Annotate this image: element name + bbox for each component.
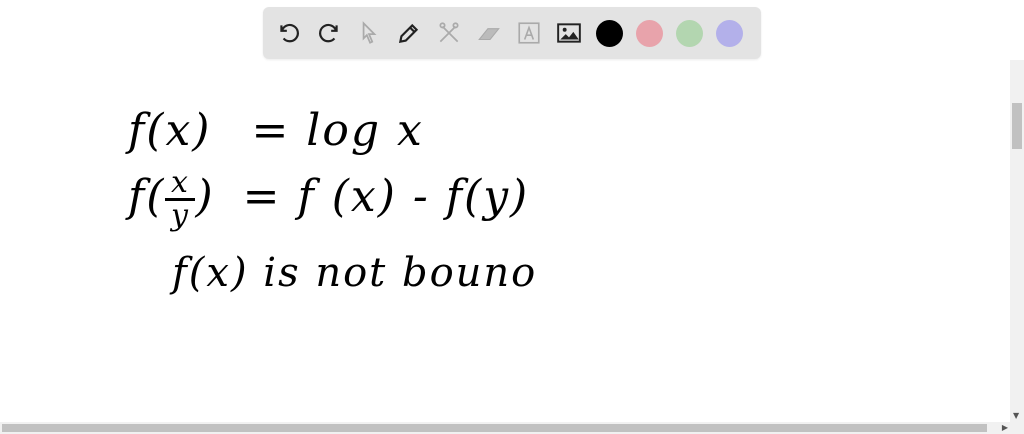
- numerator: x: [171, 165, 190, 200]
- select-tool[interactable]: [349, 13, 389, 53]
- undo-button[interactable]: [269, 13, 309, 53]
- color-green[interactable]: [675, 19, 703, 47]
- redo-icon: [319, 23, 338, 43]
- color-purple[interactable]: [715, 19, 743, 47]
- undo-icon: [280, 23, 299, 43]
- handwriting-line-2: f(x y) = f (x) - f(y): [128, 165, 530, 233]
- scroll-right-arrow[interactable]: ▶: [1002, 423, 1008, 432]
- select-icon: [362, 21, 377, 44]
- tools-button[interactable]: [429, 13, 469, 53]
- horizontal-scrollbar[interactable]: ▶: [0, 422, 1024, 434]
- line2-rhs: = f (x) - f(y): [242, 171, 530, 222]
- pen-tool[interactable]: [389, 13, 429, 53]
- handwriting-line-3: f(x) is not bouno: [172, 250, 538, 296]
- line1-lhs: f(x): [128, 105, 212, 156]
- vertical-scroll-thumb[interactable]: [1012, 103, 1022, 149]
- vertical-scrollbar[interactable]: ▼: [1010, 60, 1024, 422]
- line2-f: f: [128, 171, 147, 222]
- image-icon: [557, 23, 581, 43]
- pen-icon: [398, 23, 419, 44]
- color-pink[interactable]: [635, 19, 663, 47]
- horizontal-scroll-thumb[interactable]: [2, 424, 987, 432]
- scroll-down-arrow[interactable]: ▼: [1013, 411, 1019, 420]
- image-tool[interactable]: [549, 13, 589, 53]
- color-black[interactable]: [595, 19, 623, 47]
- eraser-icon: [478, 28, 500, 41]
- tools-icon: [439, 22, 459, 43]
- redo-button[interactable]: [309, 13, 349, 53]
- drawing-toolbar: [263, 7, 761, 59]
- fraction: xy: [165, 165, 196, 233]
- text-icon: [518, 22, 540, 44]
- line1-rhs: = log x: [251, 105, 424, 156]
- eraser-tool[interactable]: [469, 13, 509, 53]
- handwriting-line-1: f(x) = log x: [128, 105, 424, 156]
- text-tool[interactable]: [509, 13, 549, 53]
- denominator: y: [170, 198, 190, 233]
